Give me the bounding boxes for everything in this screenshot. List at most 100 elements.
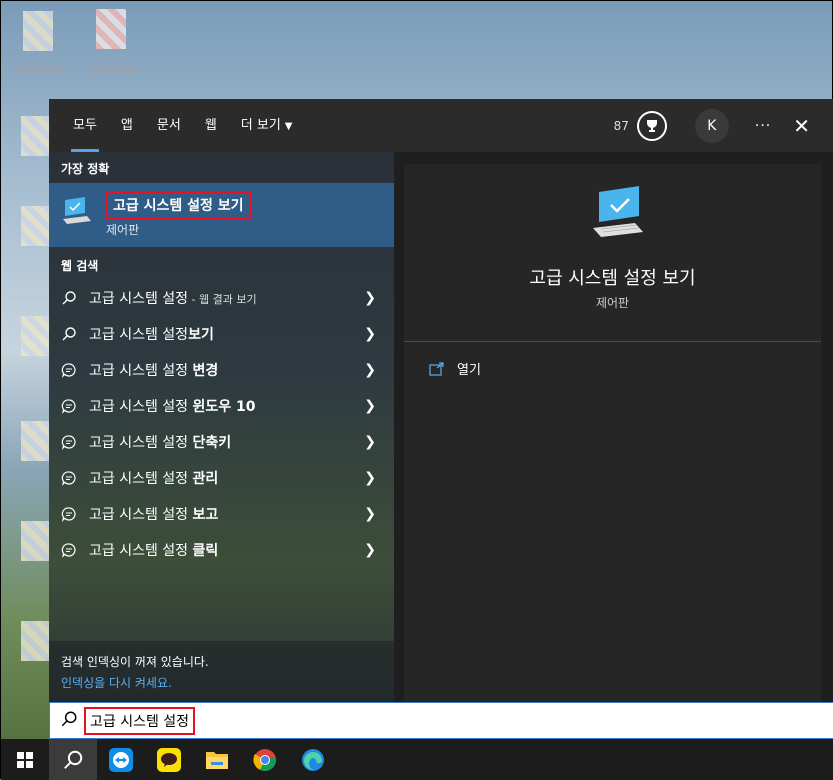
chevron-right-icon[interactable]: ❯ (352, 470, 376, 486)
search-panel: 모두 앱 문서 웹 더 보기 ▼ 87 K ··· ✕ 가장 정확 고급 시스템 … (49, 99, 833, 702)
search-icon (60, 710, 78, 732)
search-icon (61, 326, 77, 342)
chevron-right-icon[interactable]: ❯ (352, 290, 376, 306)
teamviewer-app[interactable] (97, 739, 145, 780)
avatar[interactable]: K (694, 108, 729, 143)
chat-search-icon (61, 398, 77, 414)
desktop-icon[interactable] (23, 11, 53, 51)
result-text: 고급 시스템 설정 (89, 399, 193, 415)
tab-apps[interactable]: 앱 (109, 99, 145, 152)
desktop-icon[interactable] (21, 621, 51, 661)
tab-label: 더 보기 (240, 118, 281, 133)
taskbar (1, 739, 833, 780)
best-match-title: 고급 시스템 설정 보기 (105, 191, 252, 219)
desktop-icon-label (15, 65, 65, 73)
chrome-app[interactable] (241, 739, 289, 780)
web-result-item[interactable]: 고급 시스템 설정보기 ❯ (49, 316, 394, 352)
chevron-right-icon[interactable]: ❯ (352, 398, 376, 414)
result-text: 고급 시스템 설정 (89, 363, 193, 379)
desktop-icon-label (89, 65, 139, 73)
search-filter-bar: 모두 앱 문서 웹 더 보기 ▼ 87 K ··· ✕ (49, 99, 833, 152)
desktop-icon[interactable] (21, 521, 51, 561)
close-button[interactable]: ✕ (793, 114, 810, 138)
result-bold-text: 클릭 (192, 543, 219, 559)
result-suffix: - 웹 결과 보기 (188, 293, 257, 306)
tab-label: 앱 (120, 118, 133, 133)
result-text: 고급 시스템 설정 (89, 291, 189, 307)
result-bold-text: 변경 (192, 363, 219, 379)
rewards-points: 87 (613, 118, 629, 133)
chevron-right-icon[interactable]: ❯ (352, 542, 376, 558)
result-bold-text: 윈도우 10 (192, 399, 256, 415)
chat-search-icon (61, 434, 77, 450)
preview-pane: 고급 시스템 설정 보기 제어판 열기 (404, 164, 821, 702)
system-settings-icon (589, 186, 647, 244)
avatar-initial: K (707, 117, 717, 134)
file-explorer-app[interactable] (193, 739, 241, 780)
divider (404, 341, 821, 342)
taskbar-search-button[interactable] (49, 739, 97, 780)
indexing-notice: 검색 인덱싱이 꺼져 있습니다. 인덱싱을 다시 켜세요. (49, 641, 394, 702)
desktop-icon[interactable] (96, 9, 126, 49)
tab-label: 모두 (73, 118, 97, 133)
chevron-right-icon[interactable]: ❯ (352, 326, 376, 342)
open-external-icon (429, 361, 444, 376)
system-settings-icon (61, 197, 93, 231)
desktop-icon[interactable] (21, 206, 51, 246)
close-icon: ✕ (793, 113, 810, 138)
preview-title: 고급 시스템 설정 보기 (529, 268, 696, 289)
tab-web[interactable]: 웹 (193, 99, 229, 152)
rewards-trophy-icon[interactable] (636, 110, 667, 141)
best-match-heading: 가장 정확 (61, 162, 110, 176)
chevron-down-icon: ▼ (284, 121, 293, 132)
web-result-item[interactable]: 고급 시스템 설정 단축키 ❯ (49, 424, 394, 460)
open-action[interactable]: 열기 (429, 359, 481, 378)
result-bold-text: 보기 (188, 327, 214, 343)
desktop-icon[interactable] (21, 316, 51, 356)
search-icon (64, 750, 83, 769)
web-result-item[interactable]: 고급 시스템 설정 윈도우 10 ❯ (49, 388, 394, 424)
result-text: 고급 시스템 설정 (89, 435, 193, 451)
result-bold-text: 단축키 (192, 435, 232, 451)
search-box[interactable]: 고급 시스템 설정 (49, 702, 833, 739)
result-bold-text: 관리 (192, 471, 219, 487)
chrome-icon (253, 748, 276, 771)
teamviewer-icon (109, 747, 133, 772)
start-button[interactable] (1, 739, 49, 780)
chevron-right-icon[interactable]: ❯ (352, 434, 376, 450)
chat-search-icon (61, 542, 77, 558)
chat-search-icon (61, 506, 77, 522)
more-icon: ··· (754, 117, 772, 134)
folder-icon (206, 751, 228, 769)
result-text: 고급 시스템 설정 (89, 471, 193, 487)
best-match-item[interactable]: 고급 시스템 설정 보기 제어판 (49, 183, 394, 247)
edge-app[interactable] (289, 739, 337, 780)
tab-more[interactable]: 더 보기 ▼ (229, 99, 305, 152)
windows-icon (17, 751, 33, 768)
indexing-link[interactable]: 인덱싱을 다시 켜세요. (61, 674, 172, 691)
search-input[interactable]: 고급 시스템 설정 (84, 706, 196, 735)
desktop-icon[interactable] (21, 116, 51, 156)
chevron-right-icon[interactable]: ❯ (352, 362, 376, 378)
tab-label: 웹 (204, 118, 217, 133)
more-options-button[interactable]: ··· (755, 118, 771, 134)
best-match-subtitle: 제어판 (106, 223, 140, 237)
kakaotalk-app[interactable] (145, 739, 193, 780)
desktop-icon[interactable] (21, 421, 51, 461)
tab-documents[interactable]: 문서 (145, 99, 193, 152)
chat-search-icon (61, 362, 77, 378)
preview-subtitle: 제어판 (595, 296, 630, 310)
result-text: 고급 시스템 설정 (89, 327, 189, 343)
edge-icon (302, 748, 324, 771)
web-search-heading: 웹 검색 (61, 259, 99, 273)
chat-search-icon (61, 470, 77, 486)
chevron-right-icon[interactable]: ❯ (352, 506, 376, 522)
kakaotalk-icon (157, 747, 181, 772)
web-result-item[interactable]: 고급 시스템 설정 보고 ❯ (49, 496, 394, 532)
web-result-item[interactable]: 고급 시스템 설정 클릭 ❯ (49, 532, 394, 568)
web-result-item[interactable]: 고급 시스템 설정 - 웹 결과 보기 ❯ (49, 280, 394, 316)
result-text: 고급 시스템 설정 (89, 543, 193, 559)
web-result-item[interactable]: 고급 시스템 설정 관리 ❯ (49, 460, 394, 496)
tab-all[interactable]: 모두 (61, 99, 109, 152)
web-result-item[interactable]: 고급 시스템 설정 변경 ❯ (49, 352, 394, 388)
